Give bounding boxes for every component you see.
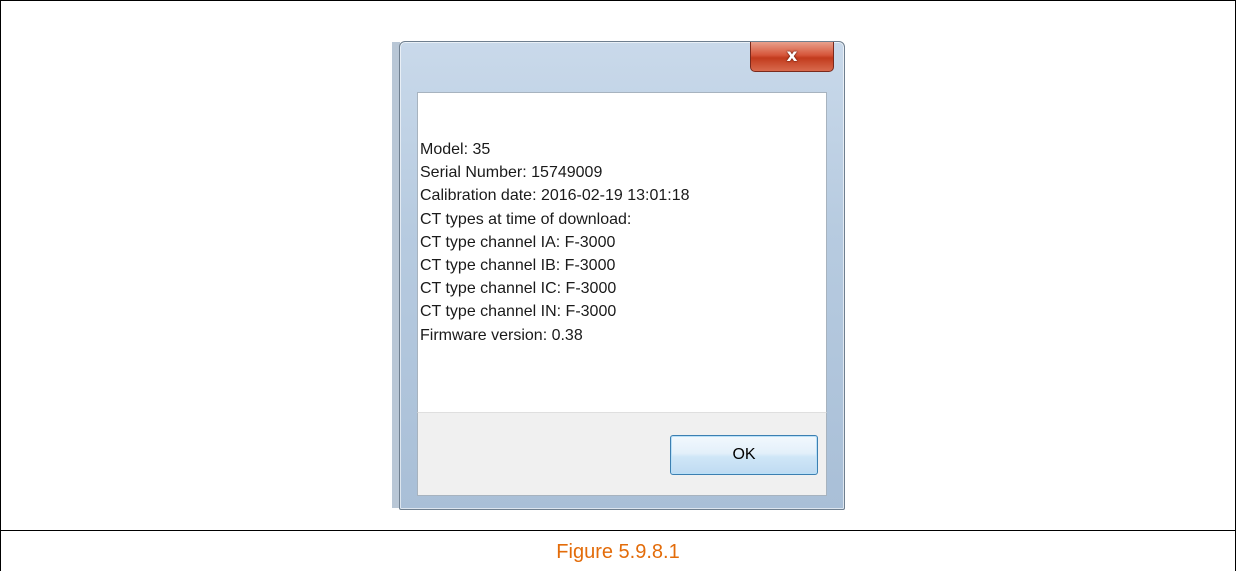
calibration-date-line: Calibration date: 2016-02-19 13:01:18 <box>420 187 690 205</box>
close-icon: x <box>786 46 798 66</box>
model-line: Model: 35 <box>420 141 491 158</box>
ct-channel-in-line: CT type channel IN: F-3000 <box>420 303 617 321</box>
ct-channel-ia-line: CT type channel IA: F-3000 <box>420 233 616 251</box>
device-info-text: Model: 35 Serial Number: 15749009 Calibr… <box>420 138 690 347</box>
figure-caption: Figure 5.9.8.1 <box>556 541 680 563</box>
ct-channel-ib-line: CT type channel IB: F-3000 <box>420 257 616 275</box>
ct-channel-ic-line: CT type channel IC: F-3000 <box>420 280 617 298</box>
serial-number-line: Serial Number: 15749009 <box>420 164 603 182</box>
device-info-dialog: x Model: 35 Serial Number: 15749009 Cali… <box>399 41 845 510</box>
ok-button[interactable]: OK <box>670 435 818 475</box>
firmware-version-line: Firmware version: 0.38 <box>420 326 583 344</box>
dialog-button-bar: OK <box>417 412 827 496</box>
close-button[interactable]: x <box>750 42 834 72</box>
ct-types-header-line: CT types at time of download: <box>420 210 632 228</box>
